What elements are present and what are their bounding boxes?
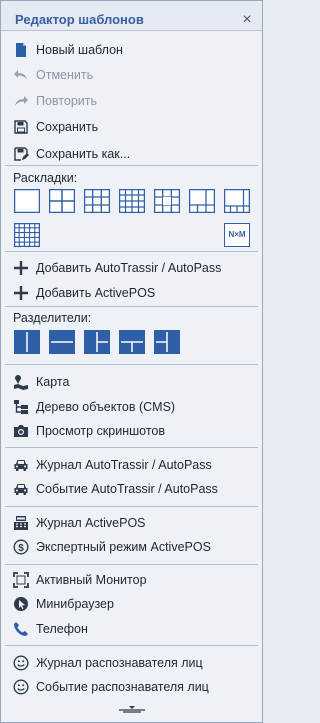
dollar-icon: $ [13, 539, 29, 555]
screenshots-label: Просмотр скриншотов [36, 424, 165, 438]
undo-label: Отменить [36, 68, 94, 82]
layout-nxm-button[interactable]: N×M [224, 223, 250, 247]
car-icon [14, 460, 28, 471]
autotrassir-journal-label: Журнал AutoTrassir / AutoPass [36, 458, 212, 472]
object-tree-label: Дерево объектов (CMS) [36, 400, 176, 414]
add-activepos-button[interactable]: Добавить ActivePOS [1, 281, 262, 305]
face-journal-button[interactable]: Журнал распознавателя лиц [1, 651, 262, 675]
activepos-journal-label: Журнал ActivePOS [36, 516, 146, 530]
minibrowser-button[interactable]: Минибраузер [1, 592, 262, 616]
screenshots-button[interactable]: Просмотр скриншотов [1, 419, 262, 443]
face-event-button[interactable]: Событие распознавателя лиц [1, 675, 262, 699]
separator [5, 506, 258, 507]
smile-icon [13, 655, 29, 671]
divider-tee-right-button[interactable] [84, 330, 110, 354]
autotrassir-event-button[interactable]: Событие AutoTrassir / AutoPass [1, 477, 262, 501]
autotrassir-event-label: Событие AutoTrassir / AutoPass [36, 482, 218, 496]
camera-icon [14, 425, 28, 437]
phone-label: Телефон [36, 622, 88, 636]
layout-1x1-button[interactable] [14, 189, 40, 213]
face-event-label: Событие распознавателя лиц [36, 680, 209, 694]
minibrowser-label: Минибраузер [36, 597, 114, 611]
layout-4x4-button[interactable] [119, 189, 145, 213]
map-icon [14, 375, 28, 390]
redo-label: Повторить [36, 94, 98, 108]
separator [5, 564, 258, 565]
fullscreen-icon [13, 572, 29, 588]
cursor-icon [14, 597, 28, 611]
activepos-journal-button[interactable]: Журнал ActivePOS [1, 511, 262, 535]
separator [5, 165, 258, 166]
separator [5, 447, 258, 448]
panel-title: Редактор шаблонов [15, 12, 144, 27]
divider-horizontal-button[interactable] [49, 330, 75, 354]
divider-tee-left-button[interactable] [154, 330, 180, 354]
autotrassir-journal-button[interactable]: Журнал AutoTrassir / AutoPass [1, 453, 262, 477]
layout-5x5-button[interactable] [14, 223, 40, 247]
new-template-label: Новый шаблон [36, 43, 123, 57]
save-as-icon [14, 147, 29, 161]
save-label: Сохранить [36, 120, 99, 134]
template-editor-panel: Редактор шаблонов × Новый шаблон Отменит… [0, 0, 263, 723]
layout-1plus12-button[interactable] [224, 189, 250, 213]
save-as-label: Сохранить как... [36, 147, 131, 161]
add-autotrassir-label: Добавить AutoTrassir / AutoPass [36, 261, 222, 275]
new-template-button[interactable]: Новый шаблон [1, 38, 262, 62]
svg-text:$: $ [18, 543, 24, 554]
redo-button[interactable]: Повторить [1, 89, 262, 113]
layout-1plus7-button[interactable] [189, 189, 215, 213]
divider-tee-down-button[interactable] [119, 330, 145, 354]
layout-1plus5-button[interactable] [154, 189, 180, 213]
plus-icon [14, 286, 28, 300]
dividers-label: Разделители: [13, 311, 92, 325]
face-journal-label: Журнал распознавателя лиц [36, 656, 203, 670]
car-icon [14, 484, 28, 495]
separator [5, 306, 258, 307]
add-activepos-label: Добавить ActivePOS [36, 286, 156, 300]
save-as-button[interactable]: Сохранить как... [1, 142, 262, 166]
active-monitor-button[interactable]: Активный Монитор [1, 568, 262, 592]
save-button[interactable]: Сохранить [1, 115, 262, 139]
activepos-expert-button[interactable]: $ Экспертный режим ActivePOS [1, 535, 262, 559]
add-autotrassir-button[interactable]: Добавить AutoTrassir / AutoPass [1, 256, 262, 280]
map-label: Карта [36, 375, 70, 389]
activepos-expert-label: Экспертный режим ActivePOS [36, 540, 211, 554]
phone-button[interactable]: Телефон [1, 617, 262, 641]
tree-icon [14, 400, 28, 414]
smile-icon [13, 679, 29, 695]
active-monitor-label: Активный Монитор [36, 573, 147, 587]
pos-icon [14, 516, 28, 530]
title-bar: Редактор шаблонов × [1, 1, 262, 31]
divider-vertical-button[interactable] [14, 330, 40, 354]
undo-button[interactable]: Отменить [1, 63, 262, 87]
map-button[interactable]: Карта [1, 370, 262, 394]
separator [5, 645, 258, 646]
redo-icon [15, 96, 28, 106]
phone-icon [14, 622, 28, 636]
separator [5, 251, 258, 252]
plus-icon [14, 261, 28, 275]
undo-icon [14, 70, 27, 80]
object-tree-button[interactable]: Дерево объектов (CMS) [1, 395, 262, 419]
close-icon[interactable]: × [239, 12, 255, 28]
layout-2x2-button[interactable] [49, 189, 75, 213]
file-icon [16, 43, 26, 57]
separator [5, 364, 258, 365]
resize-handle-icon[interactable] [117, 705, 147, 713]
layouts-label: Раскладки: [13, 171, 78, 185]
save-icon [14, 120, 28, 134]
nxm-label: N×M [228, 230, 246, 239]
layout-3x3-button[interactable] [84, 189, 110, 213]
